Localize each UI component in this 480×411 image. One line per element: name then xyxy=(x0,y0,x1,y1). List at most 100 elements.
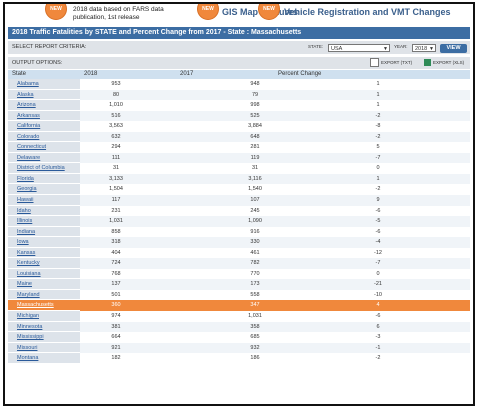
fatalities-2017: 107 xyxy=(250,197,260,204)
state-link[interactable]: Alaska xyxy=(8,89,80,101)
export-xls-label: EXPORT (XLS) xyxy=(433,60,465,65)
state-link[interactable]: Michigan xyxy=(8,311,80,322)
table-row: Colorado 632 648 -2 xyxy=(8,131,470,143)
percent-change: -3 xyxy=(375,334,381,341)
percent-change: 1 xyxy=(376,102,380,109)
state-link[interactable]: Arkansas xyxy=(8,110,80,122)
state-link[interactable]: Maine xyxy=(8,279,80,290)
output-options-label: OUTPUT OPTIONS: xyxy=(12,60,63,66)
state-link[interactable]: Alabama xyxy=(8,79,80,90)
fatalities-2018: 3,133 xyxy=(109,175,123,182)
state-link[interactable]: Montana xyxy=(8,353,80,364)
percent-change: -2 xyxy=(375,186,381,193)
state-link[interactable]: Florida xyxy=(8,173,80,185)
fatalities-2017: 330 xyxy=(250,239,260,246)
state-link[interactable]: California xyxy=(8,121,80,132)
output-options-bar: OUTPUT OPTIONS: EXPORT (TXT) EXPORT (XLS… xyxy=(8,57,470,69)
percent-change: 4 xyxy=(376,302,380,309)
year-select-value: 2018 xyxy=(415,46,428,52)
percent-change: -4 xyxy=(375,239,381,246)
table-row: Arizona 1,010 998 1 xyxy=(8,100,470,111)
view-button[interactable]: VIEW xyxy=(440,44,467,53)
fatalities-2018: 360 xyxy=(111,302,121,309)
percent-change: -6 xyxy=(375,313,381,320)
fatalities-2018: 858 xyxy=(111,228,121,235)
excel-file-icon xyxy=(424,59,431,67)
percent-change: -5 xyxy=(375,218,381,225)
state-link[interactable]: Iowa xyxy=(8,237,80,248)
export-xls-button[interactable]: EXPORT (XLS) xyxy=(424,57,464,69)
state-link[interactable]: Missouri xyxy=(8,342,80,354)
text-file-icon xyxy=(370,58,379,68)
vehicle-registration-link[interactable]: Vehicle Registration and VMT Changes xyxy=(284,7,451,17)
table-row: Arkansas 516 525 -2 xyxy=(8,110,470,122)
percent-change: 9 xyxy=(376,197,380,204)
column-header-2017: 2017 xyxy=(180,71,194,77)
state-link[interactable]: Kansas xyxy=(8,247,80,259)
table-row: Indiana 858 916 -6 xyxy=(8,226,470,238)
fatalities-2017: 281 xyxy=(250,144,260,151)
table-row: Montana 182 186 -2 xyxy=(8,353,470,364)
fatalities-2017: 79 xyxy=(251,91,259,98)
state-link[interactable]: Delaware xyxy=(8,152,80,164)
table-row: Illinois 1,031 1,090 -5 xyxy=(8,216,470,227)
fatalities-2018: 111 xyxy=(111,154,121,161)
fatalities-2017: 31 xyxy=(251,165,259,172)
state-link[interactable]: Maryland xyxy=(8,289,80,301)
fatalities-2017: 1,031 xyxy=(248,313,262,320)
fatalities-2017: 3,884 xyxy=(248,123,262,130)
year-select[interactable]: 2018 ▼ xyxy=(412,44,436,52)
state-link[interactable]: District of Columbia xyxy=(8,163,80,174)
state-link[interactable]: Minnesota xyxy=(8,321,80,333)
fatalities-2018: 768 xyxy=(111,270,121,277)
fatalities-2018: 117 xyxy=(111,197,121,204)
fatalities-2018: 381 xyxy=(111,323,121,330)
table-row: Maine 137 173 -21 xyxy=(8,279,470,290)
column-header-2018: 2018 xyxy=(84,71,98,77)
fatalities-2017: 932 xyxy=(250,344,260,351)
export-txt-label: EXPORT (TXT) xyxy=(381,60,413,65)
chevron-down-icon: ▼ xyxy=(429,46,434,52)
state-link[interactable]: Mississippi xyxy=(8,332,80,343)
fatalities-2017: 173 xyxy=(250,281,260,288)
state-select[interactable]: USA ▼ xyxy=(328,44,390,52)
table-row: Delaware 111 119 -7 xyxy=(8,152,470,164)
state-link[interactable]: Illinois xyxy=(8,216,80,227)
table-row: Kentucky 724 782 -7 xyxy=(8,258,470,269)
table-header: State 2018 2017 Percent Change xyxy=(8,70,470,79)
percent-change: -1 xyxy=(375,344,381,351)
state-link[interactable]: Connecticut xyxy=(8,142,80,153)
state-link[interactable]: Kentucky xyxy=(8,258,80,269)
new-badge-icon: NEW xyxy=(45,4,67,20)
fatalities-2018: 404 xyxy=(111,249,121,256)
fatalities-2018: 318 xyxy=(111,239,121,246)
fatalities-2017: 245 xyxy=(250,207,260,214)
fatalities-2017: 358 xyxy=(250,323,260,330)
fatalities-2018: 3,563 xyxy=(109,123,123,130)
fatalities-2018: 1,031 xyxy=(109,218,123,225)
table-row: Maryland 501 558 -10 xyxy=(8,289,470,301)
new-badge-icon: NEW xyxy=(258,4,280,20)
fatalities-2018: 1,504 xyxy=(109,186,123,193)
table-row: Georgia 1,504 1,540 -2 xyxy=(8,184,470,196)
announcement-banner: NEW 2018 data based on FARS data publica… xyxy=(5,4,473,26)
state-link[interactable]: Massachusetts xyxy=(8,300,80,312)
state-link[interactable]: Georgia xyxy=(8,184,80,196)
percent-change: 6 xyxy=(376,323,380,330)
fatalities-2017: 1,540 xyxy=(248,186,262,193)
table-row: Alaska 80 79 1 xyxy=(8,89,470,101)
state-link[interactable]: Idaho xyxy=(8,205,80,217)
state-link[interactable]: Colorado xyxy=(8,131,80,143)
fatalities-2018: 80 xyxy=(112,91,120,98)
percent-change: -8 xyxy=(375,123,381,130)
fatalities-2018: 231 xyxy=(111,207,121,214)
table-row: District of Columbia 31 31 0 xyxy=(8,163,470,174)
table-row: Massachusetts 360 347 4 xyxy=(8,300,470,312)
state-link[interactable]: Hawaii xyxy=(8,195,80,206)
export-txt-button[interactable]: EXPORT (TXT) xyxy=(370,57,412,69)
state-link[interactable]: Indiana xyxy=(8,226,80,238)
state-link[interactable]: Louisiana xyxy=(8,268,80,280)
state-link[interactable]: Arizona xyxy=(8,100,80,111)
percent-change: -6 xyxy=(375,207,381,214)
percent-change: -2 xyxy=(375,355,381,362)
